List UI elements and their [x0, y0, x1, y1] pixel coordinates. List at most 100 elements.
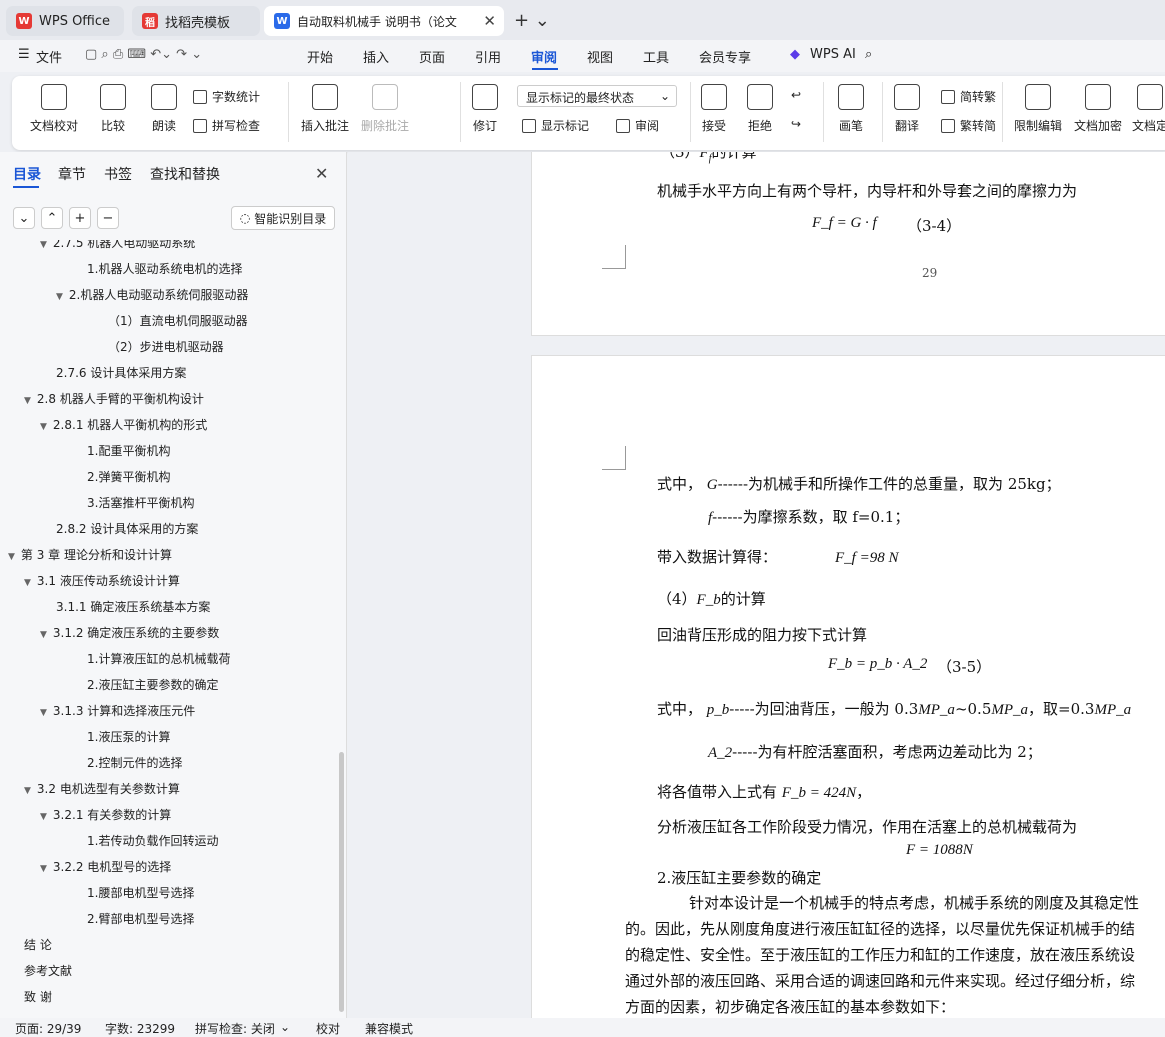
tab-template[interactable]: 稻 找稻壳模板 [132, 6, 260, 36]
toc-item[interactable]: 1.计算液压缸的总机械载荷 [87, 650, 230, 667]
toc-item[interactable]: 2.液压缸主要参数的确定 [87, 676, 218, 693]
add-heading-icon[interactable]: + [69, 207, 91, 229]
to-simplified-button[interactable]: 繁转简 [941, 117, 996, 134]
collapse-up-icon[interactable]: ⌃ [41, 207, 63, 229]
expand-arrow-icon[interactable]: ▼ [40, 708, 47, 718]
menu-review[interactable]: 审阅 [531, 47, 557, 66]
pen-button[interactable]: 画笔 [838, 84, 864, 134]
toc-item[interactable]: ▼ 第 3 章 理论分析和设计计算 [8, 546, 172, 563]
toc-item[interactable]: ▼ 2.7.5 机器人电动驱动系统 [40, 240, 195, 251]
quick-tools-icon[interactable]: ▢ ⌕ ⎙ ⌨ ↶⌄ ↷ ⌄ [85, 47, 202, 62]
expand-arrow-icon[interactable]: ▼ [56, 292, 63, 302]
smart-toc-button[interactable]: ◌ 智能识别目录 [231, 206, 335, 230]
chevron-down-icon[interactable]: ⌄ [280, 1020, 290, 1034]
tab-chapters[interactable]: 章节 [58, 164, 86, 184]
previous-change-icon[interactable]: ↩ [791, 88, 801, 102]
toc-item[interactable]: 3.活塞推杆平衡机构 [87, 494, 194, 511]
page-indicator[interactable]: 页面: 29/39 [15, 1020, 81, 1037]
toc-item[interactable]: 2.8.2 设计具体采用的方案 [56, 520, 198, 537]
toc-item[interactable]: 1.机器人驱动系统电机的选择 [87, 260, 242, 277]
translate-button[interactable]: 翻译 [894, 84, 920, 134]
hamburger-icon[interactable]: ☰ [18, 47, 30, 62]
collapse-down-icon[interactable]: ⌄ [13, 207, 35, 229]
reject-button[interactable]: 拒绝 [747, 84, 773, 134]
expand-arrow-icon[interactable]: ▼ [40, 240, 47, 250]
new-tab-icon[interactable]: + ⌄ [514, 10, 550, 31]
word-count-button[interactable]: 字数统计 [193, 88, 260, 105]
read-aloud-button[interactable]: 朗读 [151, 84, 177, 134]
toc-item[interactable]: 2.臂部电机型号选择 [87, 910, 194, 927]
expand-arrow-icon[interactable]: ▼ [40, 864, 47, 874]
toc-item[interactable]: ▼ 3.1 液压传动系统设计计算 [24, 572, 180, 589]
close-icon[interactable]: ✕ [315, 164, 328, 183]
tab-bookmarks[interactable]: 书签 [104, 164, 132, 184]
remove-heading-icon[interactable]: − [97, 207, 119, 229]
accept-icon [701, 84, 727, 110]
tab-find-replace[interactable]: 查找和替换 [150, 164, 220, 184]
show-markup-button[interactable]: 显示标记 [522, 117, 589, 134]
toc-item[interactable]: ▼ 3.1.2 确定液压系统的主要参数 [40, 624, 219, 641]
toc-item[interactable]: 结 论 [24, 936, 52, 953]
word-count-indicator[interactable]: 字数: 23299 [105, 1020, 175, 1037]
toc-item[interactable]: ▼ 3.2.2 电机型号的选择 [40, 858, 171, 875]
menu-member[interactable]: 会员专享 [699, 47, 751, 66]
expand-arrow-icon[interactable]: ▼ [40, 812, 47, 822]
spell-check-icon [193, 118, 207, 133]
proofread-indicator[interactable]: 校对 [316, 1020, 340, 1037]
menu-view[interactable]: 视图 [587, 47, 613, 66]
toc-item[interactable]: 3.1.1 确定液压系统基本方案 [56, 598, 210, 615]
search-icon[interactable]: ⌕ [865, 47, 872, 62]
revise-button[interactable]: 修订 [472, 84, 498, 134]
scrollbar-thumb[interactable] [339, 752, 344, 1012]
restrict-edit-button[interactable]: 限制编辑 [1014, 84, 1062, 134]
toc-item[interactable]: 1.配重平衡机构 [87, 442, 170, 459]
menu-insert[interactable]: 插入 [363, 47, 389, 66]
to-traditional-button[interactable]: 简转繁 [941, 88, 996, 105]
tab-document[interactable]: W 自动取料机械手 说明书（论文 ✕ [264, 6, 504, 36]
expand-arrow-icon[interactable]: ▼ [40, 630, 47, 640]
toc-item[interactable]: ▼ 3.1.3 计算和选择液压元件 [40, 702, 195, 719]
doc-check-button[interactable]: 文档校对 [30, 84, 78, 134]
encrypt-button[interactable]: 文档加密 [1074, 84, 1122, 134]
toc-item[interactable]: 1.液压泵的计算 [87, 728, 170, 745]
toc-item[interactable]: ▼ 3.2.1 有关参数的计算 [40, 806, 171, 823]
close-icon[interactable]: ✕ [483, 12, 496, 30]
toc-item[interactable]: ▼ 2.8.1 机器人平衡机构的形式 [40, 416, 207, 433]
tab-wps-office[interactable]: W WPS Office [6, 6, 124, 36]
expand-arrow-icon[interactable]: ▼ [24, 578, 31, 588]
toc-item[interactable]: ▼ 2.机器人电动驱动系统伺服驱动器 [56, 286, 248, 303]
toc-item[interactable]: 2.弹簧平衡机构 [87, 468, 170, 485]
markup-state-select[interactable]: 显示标记的最终状态 ⌄ [517, 85, 677, 107]
review-pane-button[interactable]: 审阅 [616, 117, 659, 134]
toc-item[interactable]: ▼ 2.8 机器人手臂的平衡机构设计 [24, 390, 204, 407]
spell-check-button[interactable]: 拼写检查 [193, 117, 260, 134]
tab-toc[interactable]: 目录 [13, 164, 41, 184]
insert-comment-button[interactable]: 插入批注 [301, 84, 349, 134]
toc-item[interactable]: 2.控制元件的选择 [87, 754, 182, 771]
expand-arrow-icon[interactable]: ▼ [8, 552, 15, 562]
expand-arrow-icon[interactable]: ▼ [24, 786, 31, 796]
accept-button[interactable]: 接受 [701, 84, 727, 134]
toc-item[interactable]: ▼ 3.2 电机选型有关参数计算 [24, 780, 180, 797]
toc-item[interactable]: 致 谢 [24, 988, 52, 1005]
toc-item[interactable]: 1.若传动负载作回转运动 [87, 832, 218, 849]
menu-tools[interactable]: 工具 [643, 47, 669, 66]
doc-final-button[interactable]: 文档定 [1132, 84, 1165, 134]
menu-page[interactable]: 页面 [419, 47, 445, 66]
menu-reference[interactable]: 引用 [475, 47, 501, 66]
delete-comment-button[interactable]: 删除批注 [361, 84, 409, 134]
toc-item[interactable]: （2）步进电机驱动器 [108, 338, 224, 355]
menu-wps-ai[interactable]: WPS AI [810, 47, 856, 62]
menu-start[interactable]: 开始 [307, 47, 333, 66]
toc-item[interactable]: 2.7.6 设计具体采用方案 [56, 364, 186, 381]
toc-item[interactable]: （1）直流电机伺服驱动器 [108, 312, 248, 329]
compare-button[interactable]: 比较 [100, 84, 126, 134]
toc-item[interactable]: 1.腰部电机型号选择 [87, 884, 194, 901]
expand-arrow-icon[interactable]: ▼ [40, 422, 47, 432]
toc-item-label: 3.2.2 电机型号的选择 [52, 860, 172, 874]
spell-check-indicator[interactable]: 拼写检查: 关闭 [195, 1020, 275, 1037]
menu-file[interactable]: 文件 [36, 47, 62, 66]
expand-arrow-icon[interactable]: ▼ [24, 396, 31, 406]
toc-item[interactable]: 参考文献 [24, 962, 72, 979]
next-change-icon[interactable]: ↪ [791, 117, 801, 131]
